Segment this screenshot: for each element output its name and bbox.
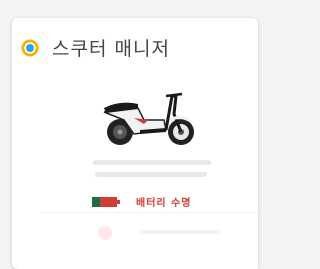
skeleton-line bbox=[93, 160, 211, 165]
app-title: 스쿠터 매니저 bbox=[52, 38, 170, 60]
status-dot bbox=[98, 226, 112, 240]
battery-low-icon bbox=[92, 196, 120, 207]
details-panel bbox=[40, 212, 258, 269]
battery-status: 배터리 수명 bbox=[92, 194, 191, 209]
eye-logo-icon bbox=[21, 39, 39, 56]
skeleton-line bbox=[95, 172, 207, 177]
skeleton-line bbox=[140, 230, 220, 234]
app-window: 스쿠터 매니저 배터리 수명 bbox=[0, 0, 266, 269]
battery-life-label: 배터리 수명 bbox=[136, 198, 192, 209]
app-header: 스쿠터 매니저 bbox=[20, 34, 170, 61]
scooter-image bbox=[103, 92, 194, 145]
